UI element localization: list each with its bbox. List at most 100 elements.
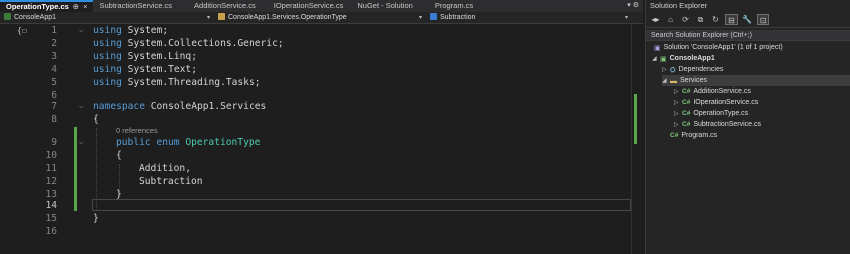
tab-operationtype[interactable]: OperationType.cs ⊕ × [0,0,94,12]
tree-node-solution[interactable]: ▣ Solution 'ConsoleApp1' (1 of 1 project) [654,42,783,53]
code-token: ; [254,77,261,88]
code-token: namespace [93,101,145,112]
tree-node-project[interactable]: ◢ ▣ ConsoleApp1 [652,53,715,64]
code-line: 11 Addition, [0,162,631,175]
code-token: using [93,25,122,36]
line-number: 11 [45,163,57,174]
line-number: 16 [45,226,57,237]
tree-node-label: Dependencies [678,66,724,73]
code-line: 7 ⌵ namespace ConsoleApp1.Services [0,100,631,113]
expanded-icon[interactable]: ◢ [652,54,660,65]
tree-node-label: Services [680,77,707,84]
code-token: Subtraction [139,176,203,187]
fold-chevron-icon[interactable]: ⌵ [79,136,83,149]
tab-label: NuGet - Solution [357,1,413,10]
enum-member-icon [430,13,437,20]
pin-icon[interactable]: ⊕ [73,2,79,11]
chevron-down-icon: ▾ [418,15,422,21]
code-line: 10 { [0,149,631,162]
code-token: enum [156,137,180,148]
project-dropdown[interactable]: ConsoleApp1 ▾ [2,13,212,23]
close-icon[interactable]: × [83,2,87,11]
tree-node-label: OperationType.cs [693,110,749,117]
code-token: System [121,25,163,36]
tab-additionservice[interactable]: AdditionService.cs [188,0,262,12]
tree-node-services-folder[interactable]: ◢ ▬ Services [662,75,850,86]
tab-ioperationservice[interactable]: IOperationService.cs [268,0,350,12]
code-line: 3 using System.Linq; [0,50,631,63]
tree-node-dependencies[interactable]: ▷ ⛭ Dependencies [662,64,723,75]
tab-nuget-solution[interactable]: NuGet - Solution [351,0,418,12]
member-dropdown[interactable]: Subtraction ▾ [428,13,630,23]
search-solution-explorer-input[interactable]: Search Solution Explorer (Ctrl+;) [646,30,850,41]
tree-node-file[interactable]: ▷ C# IOperationService.cs [674,97,758,108]
member-dropdown-label: Subtraction [440,14,476,21]
code-line: 15 } [0,212,631,225]
code-line: 5 using System.Threading.Tasks; [0,76,631,89]
tab-overflow-icon[interactable]: ▾ ⚙ [627,0,639,12]
enum-icon [218,13,225,20]
tab-label: IOperationService.cs [273,1,344,10]
csharp-file-icon: C# [682,88,691,95]
code-editor[interactable]: OperationType.cs ⊕ × SubtractionService.cs… [0,0,643,254]
tab-label: Program.cs [434,1,474,10]
chevron-down-icon: ▾ [206,15,210,21]
line-number: 4 [51,64,57,75]
tab-label: AdditionService.cs [194,1,256,10]
code-token: { [93,114,99,125]
tree-node-label: SubtractionService.cs [693,121,762,128]
tab-subtractionservice[interactable]: SubtractionService.cs [93,0,178,12]
tree-node-label: IOperationService.cs [693,99,759,106]
solution-explorer-panel: Solution Explorer ◂▸ ⌂ ⟳ ⧉ ↻ ⊟ 🔧 ⊡ Searc… [645,0,850,254]
fold-chevron-icon[interactable]: ⌵ [79,24,83,37]
line-number: 15 [45,213,57,224]
line-number: 5 [51,77,57,88]
type-dropdown[interactable]: ConsoleApp1.Services.OperationType ▾ [216,13,424,23]
tree-node-file[interactable]: ▷ C# SubtractionService.cs [674,119,761,130]
code-token: System.Text [121,64,192,75]
code-token: System.Linq [121,51,192,62]
code-line: 8 { [0,113,631,126]
properties-icon[interactable]: 🔧 [742,14,753,25]
back-forward-icon[interactable]: ◂▸ [650,14,661,25]
csharp-file-icon: C# [682,121,691,128]
sync-icon[interactable]: ⟳ [680,14,691,25]
pending-changes-icon[interactable]: ⧉ [695,14,706,25]
code-token: System.Collections.Generic [121,38,278,49]
code-token: System.Threading.Tasks [121,77,255,88]
fold-chevron-icon[interactable]: ⌵ [79,100,83,113]
csharp-file-icon: C# [682,110,691,117]
csharp-project-icon [4,13,11,20]
csharp-file-icon: C# [670,132,679,139]
csharp-file-icon: C# [682,99,691,106]
code-token: Addition, [139,163,191,174]
tab-label: OperationType.cs [6,2,69,11]
vertical-scrollbar[interactable] [631,24,643,254]
tree-node-file[interactable]: C# Program.cs [670,130,717,141]
preview-selected-icon[interactable]: ⊡ [756,14,770,25]
code-token: OperationType [185,137,261,148]
line-number: 3 [51,51,57,62]
codelens-references[interactable]: 0 references [116,126,158,135]
code-line: 16 [0,225,631,238]
expanded-icon[interactable]: ◢ [662,76,670,87]
line-number: 7 [51,101,57,112]
code-line: 12 Subtraction [0,175,631,188]
collapse-all-icon[interactable]: ⊟ [725,14,738,25]
code-token: public [116,137,151,148]
home-icon[interactable]: ⌂ [665,14,676,25]
refresh-icon[interactable]: ↻ [710,14,721,25]
tab-program[interactable]: Program.cs [429,0,479,12]
code-area[interactable]: {☐ 0 references 1 ⌵ using System; 2 usin… [0,24,631,254]
code-token: ; [191,64,197,75]
code-line: 2 using System.Collections.Generic; [0,37,631,50]
project-dropdown-label: ConsoleApp1 [14,14,57,21]
line-number: 10 [45,150,57,161]
line-number: 12 [45,176,57,187]
navigation-bar: ConsoleApp1 ▾ ConsoleApp1.Services.Operat… [0,12,643,24]
panel-title: Solution Explorer [650,1,708,10]
tab-label: SubtractionService.cs [99,1,173,10]
tree-node-file[interactable]: ▷ C# AdditionService.cs [674,86,751,97]
tree-node-file[interactable]: ▷ C# OperationType.cs [674,108,748,119]
chevron-down-icon: ▾ [624,15,628,21]
